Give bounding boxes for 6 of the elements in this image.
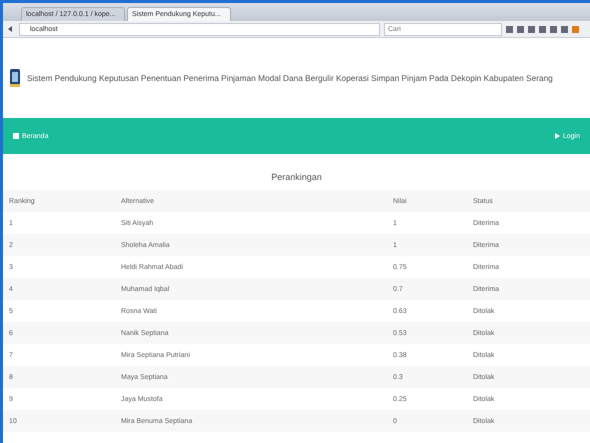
logo-icon (9, 68, 21, 88)
login-icon (554, 133, 560, 139)
back-arrow-icon[interactable] (7, 25, 15, 33)
page-title: Sistem Pendukung Keputusan Penentuan Penerima Pinjaman Modal Dana Bergulir Koperasi Simpan Pinjam Pada Dekopin Kabupaten Serang (27, 73, 553, 83)
home-icon (13, 133, 19, 139)
table-caption: Perankingan (270, 171, 323, 184)
